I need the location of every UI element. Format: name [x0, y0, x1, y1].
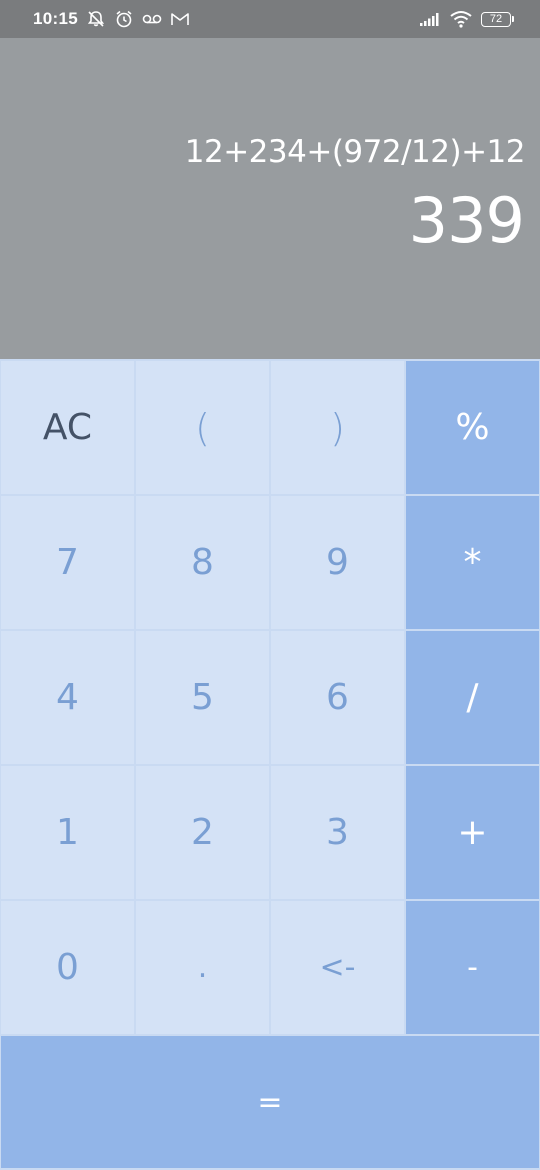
battery-icon: 72	[481, 11, 514, 27]
digit-8-button[interactable]: 8	[136, 496, 269, 629]
add-button[interactable]: +	[406, 766, 539, 899]
digit-3-button[interactable]: 3	[271, 766, 404, 899]
signal-icon	[419, 11, 441, 27]
result-text: 339	[408, 184, 525, 257]
expression-text: 12+234+(972/12)+12	[184, 134, 526, 170]
digit-7-button[interactable]: 7	[1, 496, 134, 629]
open-paren-button[interactable]: (	[136, 361, 269, 494]
battery-tip	[512, 16, 514, 22]
equals-button[interactable]: =	[1, 1036, 539, 1168]
digit-4-button[interactable]: 4	[1, 631, 134, 764]
percent-button[interactable]: %	[406, 361, 539, 494]
keypad: AC()% 7 8 9 * 4 5 6/ 1 2 3 +0. <- - =	[0, 359, 540, 1170]
subtract-button[interactable]: -	[406, 901, 539, 1034]
close-paren-button[interactable]: )	[271, 361, 404, 494]
gmail-icon	[170, 11, 190, 27]
status-bar-right: 72	[419, 10, 514, 28]
status-bar: 10:15 72	[0, 0, 540, 38]
notifications-off-icon	[86, 9, 106, 29]
clear-button[interactable]: AC	[1, 361, 134, 494]
backspace-button[interactable]: <-	[271, 901, 404, 1034]
battery-level: 72	[481, 11, 511, 27]
status-bar-left: 10:15	[33, 9, 190, 29]
status-time: 10:15	[33, 9, 78, 28]
decimal-button[interactable]: .	[136, 901, 269, 1034]
multiply-button[interactable]: *	[406, 496, 539, 629]
divide-button[interactable]: /	[406, 631, 539, 764]
digit-0-button[interactable]: 0	[1, 901, 134, 1034]
digit-9-button[interactable]: 9	[271, 496, 404, 629]
digit-2-button[interactable]: 2	[136, 766, 269, 899]
wifi-icon	[449, 10, 473, 28]
digit-1-button[interactable]: 1	[1, 766, 134, 899]
digit-5-button[interactable]: 5	[136, 631, 269, 764]
calculator-display: 12+234+(972/12)+12 339	[0, 38, 540, 359]
digit-6-button[interactable]: 6	[271, 631, 404, 764]
voicemail-icon	[142, 12, 162, 26]
alarm-icon	[114, 9, 134, 29]
